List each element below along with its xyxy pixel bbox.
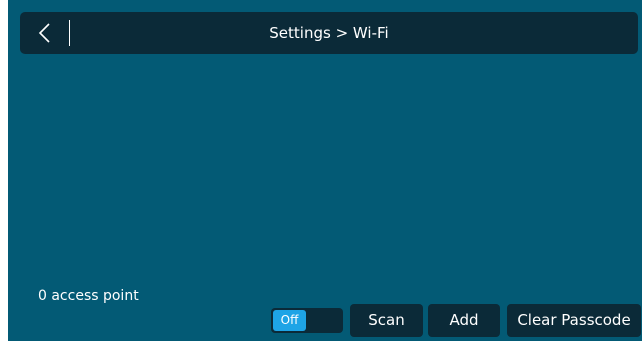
chevron-left-icon	[38, 23, 50, 43]
back-button[interactable]	[30, 12, 70, 54]
clear-passcode-button[interactable]: Clear Passcode	[507, 304, 641, 337]
header-divider	[69, 20, 70, 46]
wifi-settings-screen: Settings > Wi-Fi 0 access point Off Scan…	[8, 0, 642, 341]
page-title: Settings > Wi-Fi	[269, 24, 389, 42]
header-bar: Settings > Wi-Fi	[20, 12, 638, 54]
wifi-toggle-label: Off	[273, 310, 306, 331]
access-point-count: 0 access point	[38, 288, 139, 304]
add-button[interactable]: Add	[428, 304, 500, 337]
wifi-toggle[interactable]: Off	[271, 308, 343, 333]
scan-button[interactable]: Scan	[350, 304, 423, 337]
